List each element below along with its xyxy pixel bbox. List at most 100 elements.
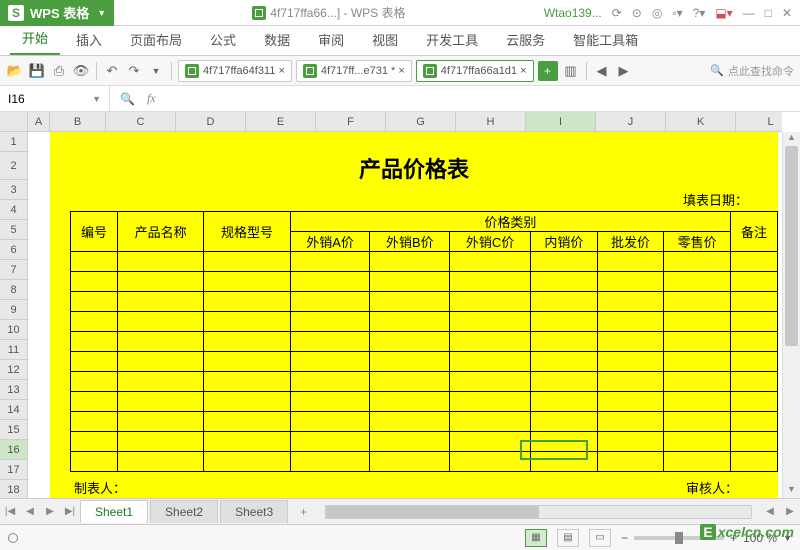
row-header-2[interactable]: 2	[0, 152, 27, 180]
record-macro-icon[interactable]	[8, 533, 18, 543]
menu-home[interactable]: 开始	[10, 22, 60, 55]
row-header-9[interactable]: 9	[0, 300, 27, 320]
table-row[interactable]	[71, 372, 778, 392]
cell-area[interactable]: 产品价格表 填表日期： 编号 产品名称 规格型号 价格类别 备注 外销A价 外销…	[28, 132, 782, 498]
row-header-16[interactable]: 16	[0, 440, 27, 460]
col-header-c[interactable]: C	[106, 112, 176, 131]
menu-view[interactable]: 视图	[360, 24, 410, 55]
cloud-icon[interactable]: ⊙	[632, 6, 642, 20]
row-header-12[interactable]: 12	[0, 360, 27, 380]
zoom-out-button[interactable]: −	[621, 531, 628, 545]
minimize-button[interactable]: —	[743, 6, 755, 20]
cancel-formula-icon[interactable]: 🔍	[120, 92, 135, 106]
col-header-l[interactable]: L	[736, 112, 800, 131]
print-preview-icon[interactable]: 👁	[72, 62, 90, 80]
tab-list-icon[interactable]: ▥	[562, 62, 580, 80]
sheet-nav-prev[interactable]: ◀	[20, 506, 40, 517]
document-tab-2[interactable]: 4f717ff...e731 * ×	[296, 60, 412, 82]
row-header-15[interactable]: 15	[0, 420, 27, 440]
row-header-18[interactable]: 18	[0, 480, 27, 498]
new-tab-button[interactable]: +	[538, 61, 558, 81]
menu-developer[interactable]: 开发工具	[414, 24, 490, 55]
table-row[interactable]	[71, 312, 778, 332]
row-header-11[interactable]: 11	[0, 340, 27, 360]
menu-cloud[interactable]: 云服务	[494, 24, 557, 55]
sheet-nav-next[interactable]: ▶	[40, 506, 60, 517]
sheet-tab-1[interactable]: Sheet1	[80, 500, 148, 523]
row-header-10[interactable]: 10	[0, 320, 27, 340]
col-header-b[interactable]: B	[50, 112, 106, 131]
col-header-h[interactable]: H	[456, 112, 526, 131]
sheet-nav-first[interactable]: |◀	[0, 506, 20, 517]
dropdown-icon[interactable]: ▫▾	[672, 6, 682, 20]
row-header-13[interactable]: 13	[0, 380, 27, 400]
redo-icon[interactable]: ↷	[125, 62, 143, 80]
nav-right-icon[interactable]: ▶	[615, 62, 633, 80]
row-header-5[interactable]: 5	[0, 220, 27, 240]
sheet-tab-3[interactable]: Sheet3	[220, 500, 288, 523]
sync-icon[interactable]: ⟳	[612, 6, 622, 20]
print-icon[interactable]: ⎙	[50, 62, 68, 80]
row-header-17[interactable]: 17	[0, 460, 27, 480]
menu-smart-toolbox[interactable]: 智能工具箱	[561, 24, 650, 55]
undo-icon[interactable]: ↶	[103, 62, 121, 80]
table-row[interactable]	[71, 272, 778, 292]
menu-data[interactable]: 数据	[252, 24, 302, 55]
row-header-6[interactable]: 6	[0, 240, 27, 260]
table-row[interactable]	[71, 292, 778, 312]
save-icon[interactable]: 💾	[28, 62, 46, 80]
row-header-1[interactable]: 1	[0, 132, 27, 152]
scrollbar-thumb[interactable]	[326, 506, 538, 518]
name-box[interactable]: I16 ▼	[0, 86, 110, 111]
scroll-left-icon[interactable]: ◀	[760, 506, 780, 517]
sheet-tab-2[interactable]: Sheet2	[150, 500, 218, 523]
menu-insert[interactable]: 插入	[64, 24, 114, 55]
page-layout-view-button[interactable]: ▤	[557, 529, 579, 547]
menu-review[interactable]: 审阅	[306, 24, 356, 55]
document-tab-1[interactable]: 4f717ffa64f311 ×	[178, 60, 292, 82]
vertical-scrollbar[interactable]: ▲ ▼	[782, 132, 800, 498]
maximize-button[interactable]: □	[765, 6, 772, 20]
col-header-d[interactable]: D	[176, 112, 246, 131]
fx-button[interactable]: fx	[147, 91, 156, 106]
table-row[interactable]	[71, 332, 778, 352]
col-header-e[interactable]: E	[246, 112, 316, 131]
scroll-up-icon[interactable]: ▲	[783, 132, 800, 146]
skin-icon[interactable]: ◎	[652, 6, 662, 20]
select-all-corner[interactable]	[0, 112, 28, 132]
menu-page-layout[interactable]: 页面布局	[118, 24, 194, 55]
table-row[interactable]	[71, 252, 778, 272]
row-header-3[interactable]: 3	[0, 180, 27, 200]
table-row[interactable]	[71, 392, 778, 412]
spreadsheet-grid[interactable]: A B C D E F G H I J K L 1 2 3 4 5 6 7 8 …	[0, 112, 800, 498]
scrollbar-thumb[interactable]	[785, 146, 798, 346]
document-tab-3[interactable]: 4f717ffa66a1d1 ×	[416, 60, 534, 82]
col-header-a[interactable]: A	[28, 112, 50, 131]
close-button[interactable]: ✕	[782, 6, 792, 20]
nav-left-icon[interactable]: ◀	[593, 62, 611, 80]
col-header-i[interactable]: I	[526, 112, 596, 131]
menu-formula[interactable]: 公式	[198, 24, 248, 55]
normal-view-button[interactable]: ▦	[525, 529, 547, 547]
command-search[interactable]: 🔍 点此查找命令	[710, 63, 794, 79]
table-row[interactable]	[71, 412, 778, 432]
more-icon[interactable]: ▼	[147, 62, 165, 80]
table-row[interactable]	[71, 432, 778, 452]
col-header-f[interactable]: F	[316, 112, 386, 131]
page-break-view-button[interactable]: ▭	[589, 529, 611, 547]
help-icon[interactable]: ?▾	[693, 6, 706, 20]
open-icon[interactable]: 📂	[6, 62, 24, 80]
sheet-nav-last[interactable]: ▶|	[60, 506, 80, 517]
col-header-j[interactable]: J	[596, 112, 666, 131]
scroll-right-icon[interactable]: ▶	[780, 506, 800, 517]
row-header-14[interactable]: 14	[0, 400, 27, 420]
row-header-8[interactable]: 8	[0, 280, 27, 300]
row-header-4[interactable]: 4	[0, 200, 27, 220]
row-header-7[interactable]: 7	[0, 260, 27, 280]
pin-icon[interactable]: ⬓▾	[715, 6, 732, 20]
add-sheet-button[interactable]: +	[290, 501, 317, 523]
col-header-k[interactable]: K	[666, 112, 736, 131]
table-row[interactable]	[71, 452, 778, 472]
horizontal-scrollbar[interactable]	[325, 505, 752, 519]
scroll-down-icon[interactable]: ▼	[783, 484, 800, 498]
